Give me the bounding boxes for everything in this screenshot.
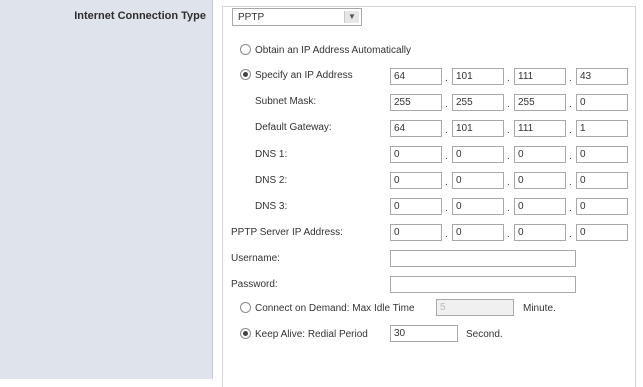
dns1-label: DNS 1: <box>255 149 288 160</box>
dns1-octet-2[interactable] <box>452 146 504 163</box>
pptp-server-octet-3[interactable] <box>514 224 566 241</box>
octet-separator: . <box>507 73 510 84</box>
ip-address-octet-1[interactable] <box>390 68 442 85</box>
octet-separator: . <box>507 177 510 188</box>
default-gateway-octet-2[interactable] <box>452 120 504 137</box>
minute-unit-label: Minute. <box>523 303 556 314</box>
octet-separator: . <box>445 177 448 188</box>
password-field[interactable] <box>390 276 576 293</box>
octet-separator: . <box>445 151 448 162</box>
octet-separator: . <box>507 99 510 110</box>
octet-separator: . <box>445 203 448 214</box>
second-unit-label: Second. <box>466 329 503 340</box>
pptp-server-octet-2[interactable] <box>452 224 504 241</box>
octet-separator: . <box>445 125 448 136</box>
octet-separator: . <box>569 99 572 110</box>
subnet-mask-octet-4[interactable] <box>576 94 628 111</box>
octet-separator: . <box>445 73 448 84</box>
connect-on-demand-radio[interactable] <box>240 302 251 313</box>
username-field[interactable] <box>390 250 576 267</box>
octet-separator: . <box>507 229 510 240</box>
octet-separator: . <box>507 125 510 136</box>
password-label: Password: <box>231 279 278 290</box>
specify-ip-label: Specify an IP Address <box>255 70 353 81</box>
subnet-mask-octet-2[interactable] <box>452 94 504 111</box>
left-panel <box>0 0 213 379</box>
default-gateway-label: Default Gateway: <box>255 122 332 133</box>
dns2-octet-3[interactable] <box>514 172 566 189</box>
section-title: Internet Connection Type <box>74 10 206 22</box>
octet-separator: . <box>569 73 572 84</box>
pptp-server-octet-1[interactable] <box>390 224 442 241</box>
octet-separator: . <box>507 203 510 214</box>
dns2-octet-1[interactable] <box>390 172 442 189</box>
dns3-octet-4[interactable] <box>576 198 628 215</box>
subnet-mask-octet-1[interactable] <box>390 94 442 111</box>
redial-period-field[interactable] <box>390 325 458 342</box>
ip-address-octet-2[interactable] <box>452 68 504 85</box>
keep-alive-label: Keep Alive: Redial Period <box>255 329 368 340</box>
octet-separator: . <box>569 125 572 136</box>
dns3-octet-2[interactable] <box>452 198 504 215</box>
ip-address-octet-3[interactable] <box>514 68 566 85</box>
obtain-ip-label: Obtain an IP Address Automatically <box>255 45 412 56</box>
subnet-mask-octet-3[interactable] <box>514 94 566 111</box>
dns2-octet-2[interactable] <box>452 172 504 189</box>
dns2-label: DNS 2: <box>255 175 288 186</box>
octet-separator: . <box>507 151 510 162</box>
dns1-octet-4[interactable] <box>576 146 628 163</box>
chevron-down-icon: ▼ <box>344 11 359 23</box>
dns3-octet-3[interactable] <box>514 198 566 215</box>
octet-separator: . <box>445 99 448 110</box>
dns3-octet-1[interactable] <box>390 198 442 215</box>
username-label: Username: <box>231 253 280 264</box>
subnet-mask-label: Subnet Mask: <box>255 96 317 107</box>
octet-separator: . <box>445 229 448 240</box>
dns3-label: DNS 3: <box>255 201 288 212</box>
ip-address-octet-4[interactable] <box>576 68 628 85</box>
keep-alive-radio[interactable] <box>240 328 251 339</box>
dns1-octet-1[interactable] <box>390 146 442 163</box>
connection-type-value: PPTP <box>238 12 265 23</box>
max-idle-time-field[interactable] <box>436 299 514 316</box>
pptp-server-label: PPTP Server IP Address: <box>231 227 343 238</box>
obtain-ip-radio[interactable] <box>240 44 251 55</box>
dns1-octet-3[interactable] <box>514 146 566 163</box>
default-gateway-octet-3[interactable] <box>514 120 566 137</box>
dns2-octet-4[interactable] <box>576 172 628 189</box>
octet-separator: . <box>569 151 572 162</box>
octet-separator: . <box>569 177 572 188</box>
octet-separator: . <box>569 203 572 214</box>
octet-separator: . <box>569 229 572 240</box>
specify-ip-radio[interactable] <box>240 69 251 80</box>
connect-on-demand-label: Connect on Demand: Max Idle Time <box>255 303 415 314</box>
pptp-server-octet-4[interactable] <box>576 224 628 241</box>
default-gateway-octet-4[interactable] <box>576 120 628 137</box>
connection-type-select[interactable]: PPTP ▼ <box>232 8 362 26</box>
default-gateway-octet-1[interactable] <box>390 120 442 137</box>
